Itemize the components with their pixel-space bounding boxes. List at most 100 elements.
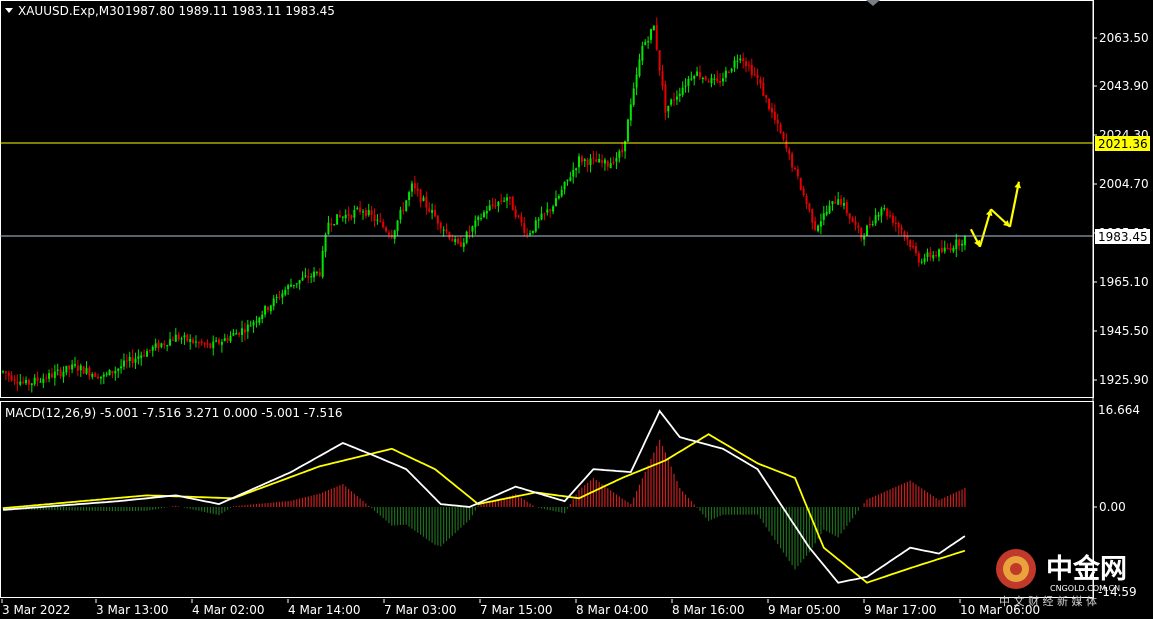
candle-bear: [773, 111, 776, 120]
candle-bull: [56, 369, 59, 371]
candle-bull: [932, 255, 935, 259]
candle-bear: [765, 94, 768, 98]
candle-bull: [341, 216, 344, 218]
candle-bear: [434, 210, 436, 217]
candle-bear: [88, 367, 91, 376]
candle-bear: [802, 188, 805, 196]
candle-bear: [148, 349, 151, 351]
chart-svg[interactable]: XAUUSD.Exp,M30 1987.80 1989.11 1983.11 1…: [0, 0, 1153, 619]
price-tick: 2043.90: [1099, 79, 1149, 93]
candle-bull: [399, 209, 402, 220]
time-tick: 4 Mar 14:00: [288, 603, 361, 617]
candle-bull: [327, 222, 330, 235]
candle-bull: [99, 376, 102, 379]
candle-bear: [917, 253, 920, 263]
candle-bear: [59, 369, 62, 377]
candle-bull: [442, 229, 445, 231]
candle-bear: [794, 167, 796, 169]
candle-bull: [537, 219, 540, 221]
candle-bull: [572, 169, 575, 177]
candle-bull: [626, 119, 629, 142]
candle-bear: [940, 247, 943, 253]
candle-bull: [647, 41, 650, 43]
candle-bull: [926, 252, 929, 257]
candle-bear: [200, 341, 203, 344]
candle-bear: [779, 124, 782, 133]
candle-bull: [79, 365, 82, 371]
candle-bear: [753, 74, 756, 76]
candle-bull: [215, 340, 218, 342]
candle-bear: [209, 343, 212, 348]
candle-bull: [19, 381, 22, 385]
candle-bull: [681, 87, 684, 96]
candle-bull: [405, 200, 408, 211]
candle-bear: [13, 379, 16, 381]
candle-bull: [255, 321, 258, 323]
candle-bull: [883, 207, 886, 210]
candle-bull: [497, 201, 500, 207]
candle-bear: [716, 78, 719, 82]
candle-bull: [65, 365, 68, 373]
candle-bull: [396, 220, 399, 231]
candle-bear: [805, 195, 808, 204]
candle-bull: [837, 199, 840, 205]
candle-bull: [48, 373, 51, 379]
candle-bull: [315, 271, 318, 273]
candle-bear: [382, 221, 385, 228]
candle-bull: [42, 378, 45, 383]
candle-bull: [114, 370, 117, 374]
candle-bear: [897, 222, 900, 228]
macd-label: MACD(12,26,9) -5.001 -7.516 3.271 0.000 …: [5, 406, 342, 420]
candle-bear: [125, 360, 128, 362]
candle-bull: [696, 71, 699, 76]
candle-bull: [638, 59, 641, 76]
candle-bull: [281, 293, 284, 298]
candle-bull: [301, 277, 304, 281]
candle-bear: [350, 215, 353, 218]
candle-bear: [370, 210, 373, 215]
candle-bear: [111, 370, 114, 374]
candle-bear: [416, 188, 419, 191]
brand-tagline: 中 文 财 经 新 媒 体: [999, 594, 1097, 608]
candle-bull: [641, 46, 644, 61]
candle-bull: [546, 209, 549, 213]
candle-bull: [724, 70, 727, 78]
candle-bull: [74, 364, 76, 366]
candle-bear: [171, 339, 174, 341]
candle-bear: [10, 375, 13, 381]
candle-bull: [687, 78, 690, 86]
candle-bull: [53, 371, 56, 378]
candle-bull: [454, 239, 457, 243]
candle-bull: [410, 183, 413, 192]
candle-bear: [338, 215, 341, 218]
candle-bear: [719, 80, 722, 83]
candle-bear: [402, 209, 405, 211]
candle-bear: [457, 238, 460, 244]
candle-bull: [713, 78, 716, 80]
price-tick: 2063.50: [1099, 31, 1149, 45]
candle-bear: [347, 213, 350, 217]
ohlc-values: 1987.80 1989.11 1983.11 1983.45: [125, 4, 335, 18]
candle-bear: [278, 297, 281, 299]
candle-bull: [540, 213, 543, 220]
current-price-label: 1983.45: [1098, 230, 1148, 244]
candle-bear: [192, 339, 195, 344]
candle-bull: [566, 179, 569, 181]
candle-bull: [298, 280, 301, 284]
candle-bull: [920, 261, 923, 263]
candle-bear: [791, 153, 794, 168]
candle-bear: [814, 221, 817, 230]
candle-bear: [163, 343, 166, 345]
candle-bull: [938, 249, 940, 257]
candle-bull: [644, 42, 647, 45]
candle-bull: [462, 242, 465, 247]
candle-bull: [615, 157, 618, 162]
candle-bull: [690, 78, 693, 80]
candle-bull: [877, 214, 880, 217]
candle-bull: [30, 383, 33, 386]
candle-bear: [364, 210, 367, 217]
candle-bear: [796, 169, 799, 177]
candle-bear: [379, 220, 382, 222]
main-panel-frame: [0, 0, 1094, 398]
candle-bear: [929, 251, 932, 258]
